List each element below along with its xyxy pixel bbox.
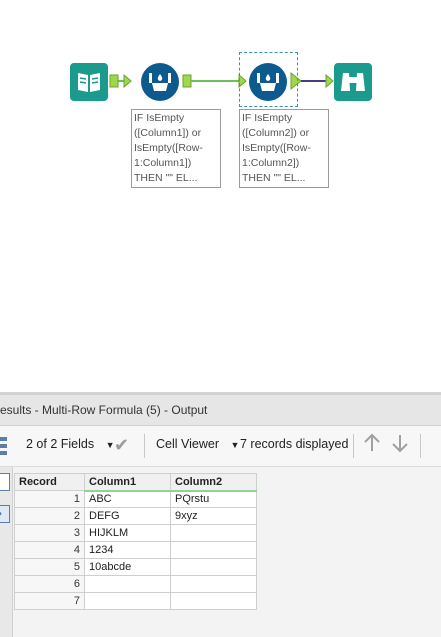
- table-cell[interactable]: 10abcde: [84, 558, 171, 576]
- tool-annotation-1: IF IsEmpty ([Column1]) or IsEmpty([Row- …: [131, 109, 221, 188]
- results-window: esults - Multi-Row Formula (5) - Output …: [0, 392, 441, 637]
- table-row[interactable]: 7: [14, 592, 257, 610]
- table-cell[interactable]: 1234: [84, 541, 171, 559]
- table-row[interactable]: 2 DEFG 9xyz: [14, 507, 257, 525]
- record-number: 1: [14, 490, 85, 508]
- workflow-canvas[interactable]: IF IsEmpty ([Column1]) or IsEmpty([Row- …: [0, 0, 441, 392]
- toolbar-separator: [353, 434, 354, 458]
- chevron-right-icon: ›: [0, 506, 2, 520]
- grid-view-icon[interactable]: [0, 435, 8, 460]
- input-anchor[interactable]: [325, 73, 334, 89]
- multi-row-formula-tool-2[interactable]: [248, 62, 288, 102]
- column-header-record[interactable]: Record: [14, 473, 85, 491]
- fields-label: 2 of 2 Fields: [26, 437, 95, 451]
- table-cell[interactable]: [170, 558, 257, 576]
- table-cell[interactable]: HIJKLM: [84, 524, 171, 542]
- arrow-up-icon[interactable]: [362, 432, 382, 457]
- table-header-row: Record Column1 Column2: [14, 473, 257, 492]
- results-table: Record Column1 Column2 1 ABC PQrstu 2 DE…: [14, 473, 257, 610]
- record-number: 7: [14, 592, 85, 610]
- fields-dropdown[interactable]: 2 of 2 Fields ▼: [26, 437, 115, 451]
- output-anchor[interactable]: [109, 74, 119, 88]
- binoculars-icon: [334, 63, 372, 101]
- table-row[interactable]: 1 ABC PQrstu: [14, 490, 257, 508]
- record-number: 5: [14, 558, 85, 576]
- annotation-line: 1:Column1]): [134, 157, 192, 169]
- table-row[interactable]: 4 1234: [14, 541, 257, 559]
- table-cell[interactable]: [170, 541, 257, 559]
- table-cell[interactable]: [170, 592, 257, 610]
- annotation-line: ([Column2]) or: [242, 127, 310, 139]
- table-cell[interactable]: ABC: [84, 490, 171, 508]
- results-title-bar[interactable]: esults - Multi-Row Formula (5) - Output: [0, 395, 441, 426]
- cell-viewer-label: Cell Viewer: [156, 437, 219, 451]
- table-row[interactable]: 3 HIJKLM: [14, 524, 257, 542]
- results-toolbar: 2 of 2 Fields ▼ ✔ Cell Viewer ▼ 7 record…: [0, 426, 441, 467]
- record-number: 4: [14, 541, 85, 559]
- table-cell[interactable]: [84, 592, 171, 610]
- annotation-line: IF IsEmpty: [242, 112, 293, 124]
- multi-row-formula-tool-1[interactable]: [140, 62, 180, 102]
- connections-layer: [109, 71, 334, 91]
- column-header-column2[interactable]: Column2: [170, 473, 257, 492]
- table-row[interactable]: 6: [14, 575, 257, 593]
- table-cell[interactable]: [170, 524, 257, 542]
- input-anchor[interactable]: [123, 73, 132, 89]
- annotation-line: THEN "" EL...: [242, 172, 306, 184]
- record-number: 2: [14, 507, 85, 525]
- annotation-line: IsEmpty([Row-: [242, 142, 311, 154]
- annotation-line: THEN "" EL...: [134, 172, 198, 184]
- record-number: 3: [14, 524, 85, 542]
- arrow-down-icon[interactable]: [390, 432, 410, 457]
- table-cell[interactable]: PQrstu: [170, 490, 257, 508]
- records-count: 7 records displayed: [240, 437, 349, 451]
- table-row[interactable]: 5 10abcde: [14, 558, 257, 576]
- input-data-tool[interactable]: [70, 63, 108, 101]
- column-header-column1[interactable]: Column1: [84, 473, 171, 492]
- table-cell[interactable]: DEFG: [84, 507, 171, 525]
- results-title: esults - Multi-Row Formula (5) - Output: [0, 403, 208, 417]
- annotation-line: 1:Column2]): [242, 157, 300, 169]
- chevron-down-icon: ▼: [230, 440, 240, 450]
- tool-annotation-2: IF IsEmpty ([Column2]) or IsEmpty([Row- …: [239, 109, 329, 188]
- table-cell[interactable]: 9xyz: [170, 507, 257, 525]
- check-icon[interactable]: ✔: [114, 435, 129, 456]
- flask-icon: [141, 63, 179, 101]
- toolbar-separator: [144, 434, 145, 458]
- annotation-line: IF IsEmpty: [134, 112, 185, 124]
- side-strip: ›: [0, 467, 13, 637]
- side-view-button[interactable]: [0, 473, 10, 491]
- annotation-line: ([Column1]) or: [134, 127, 202, 139]
- cell-viewer-dropdown[interactable]: Cell Viewer ▼: [156, 437, 239, 451]
- table-cell[interactable]: [170, 575, 257, 593]
- table-cell[interactable]: [84, 575, 171, 593]
- toolbar-separator: [420, 434, 421, 458]
- book-icon: [70, 63, 108, 101]
- output-anchor[interactable]: [182, 74, 192, 88]
- flask-icon: [249, 63, 287, 101]
- browse-tool[interactable]: [334, 63, 372, 101]
- record-number: 6: [14, 575, 85, 593]
- side-metadata-button[interactable]: ›: [0, 505, 10, 523]
- annotation-line: IsEmpty([Row-: [134, 142, 203, 154]
